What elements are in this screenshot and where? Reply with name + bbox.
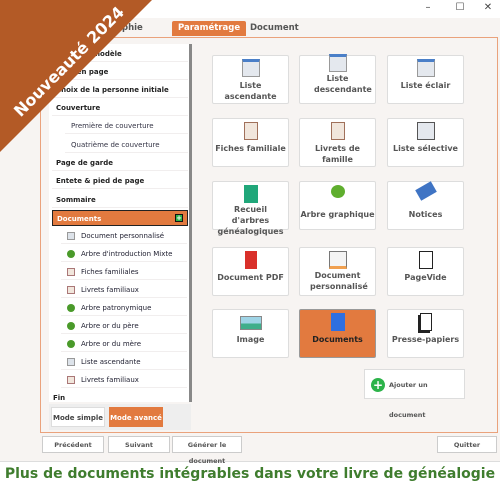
card-icon [67, 286, 75, 294]
card-arbre-graphique[interactable]: Arbre graphique [299, 181, 376, 230]
card-liste-descendante[interactable]: Liste descendante [299, 54, 376, 104]
sidebar-item-entete[interactable]: Entete & pied de page [52, 173, 188, 189]
mode-simple-button[interactable]: Mode simple [51, 407, 105, 427]
card-liste-selective[interactable]: Liste sélective [387, 118, 464, 167]
generate-button[interactable]: Générer le document [172, 436, 242, 465]
promo-banner [0, 0, 152, 152]
tab-parametrage[interactable]: Paramétrage [172, 21, 247, 36]
quit-button[interactable]: Quitter [437, 436, 497, 453]
previous-button[interactable]: Précédent [42, 436, 104, 453]
doc-item[interactable]: Arbre d'introduction Mixte [61, 246, 187, 262]
card-icon [331, 122, 345, 140]
maximize-button[interactable]: ☐ [450, 2, 470, 13]
sidebar-item-page-de-garde[interactable]: Page de garde [52, 155, 188, 171]
mode-avance-button[interactable]: Mode avancé [109, 407, 163, 427]
card-document-pdf[interactable]: Document PDF [212, 247, 289, 296]
add-icon[interactable]: + [175, 214, 183, 222]
doc-item[interactable]: Document personnalisé [61, 228, 187, 244]
image-icon [240, 316, 262, 330]
pen-document-icon [417, 122, 435, 140]
card-icon [67, 268, 75, 276]
list-down-icon [329, 54, 347, 72]
minimize-button[interactable]: – [418, 2, 438, 13]
doc-item[interactable]: Arbre or du père [61, 318, 187, 334]
sidebar-scrollbar[interactable] [189, 44, 192, 402]
tree-icon [331, 185, 345, 198]
card-icon [244, 122, 258, 140]
list-up-icon [242, 59, 260, 77]
tree-icon [67, 304, 75, 312]
clipboard-icon [420, 313, 432, 331]
next-button[interactable]: Suivant [108, 436, 170, 453]
sidebar-item-documents[interactable]: Documents + [52, 210, 188, 226]
card-documents[interactable]: Documents [299, 309, 376, 358]
card-recueil-arbres[interactable]: Recueil d'arbres généalogiques [212, 181, 289, 236]
sidebar-item-fin[interactable]: Fin [49, 390, 185, 402]
doc-item[interactable]: Livrets familiaux [61, 372, 187, 388]
card-liste-ascendante[interactable]: Liste ascendante [212, 55, 289, 104]
card-presse-papiers[interactable]: Presse-papiers [387, 309, 464, 358]
doc-item[interactable]: Arbre or du mère [61, 336, 187, 352]
tree-icon [67, 340, 75, 348]
card-liste-eclair[interactable]: Liste éclair [387, 55, 464, 104]
doc-item[interactable]: Livrets familiaux [61, 282, 187, 298]
card-document-personnalise[interactable]: Document personnalisé [299, 247, 376, 296]
sidebar-item-label: Documents [57, 215, 102, 223]
tree-icon [67, 250, 75, 258]
blank-page-icon [419, 251, 433, 269]
tree-icon [67, 322, 75, 330]
doc-file-icon [331, 313, 345, 331]
list-icon [67, 358, 75, 366]
card-image[interactable]: Image [212, 309, 289, 358]
tagline: Plus de documents intégrables dans votre… [4, 466, 496, 482]
close-button[interactable]: ✕ [478, 2, 498, 13]
card-icon [67, 376, 75, 384]
doc-item[interactable]: Fiches familiales [61, 264, 187, 280]
document-icon [67, 232, 75, 240]
card-fiches-familiale[interactable]: Fiches familiale [212, 118, 289, 167]
add-document-button[interactable]: + Ajouter un document [364, 369, 465, 419]
card-livrets-de-famille[interactable]: Livrets de famille [299, 118, 376, 167]
sidebar-item-sommaire[interactable]: Sommaire [52, 192, 188, 208]
doc-item[interactable]: Arbre patronymique [61, 300, 187, 316]
mode-bar: Mode simple Mode avancé [49, 404, 191, 430]
tab-document[interactable]: Document [244, 21, 305, 36]
card-pagevide[interactable]: PageVide [387, 247, 464, 296]
documents-stack-icon [329, 251, 347, 269]
book-icon [244, 185, 258, 203]
doc-item[interactable]: Liste ascendante [61, 354, 187, 370]
plus-circle-icon: + [371, 378, 385, 392]
pdf-icon [245, 251, 257, 269]
card-notices[interactable]: Notices [387, 181, 464, 230]
list-flash-icon [417, 59, 435, 77]
notebook-icon [415, 181, 437, 201]
